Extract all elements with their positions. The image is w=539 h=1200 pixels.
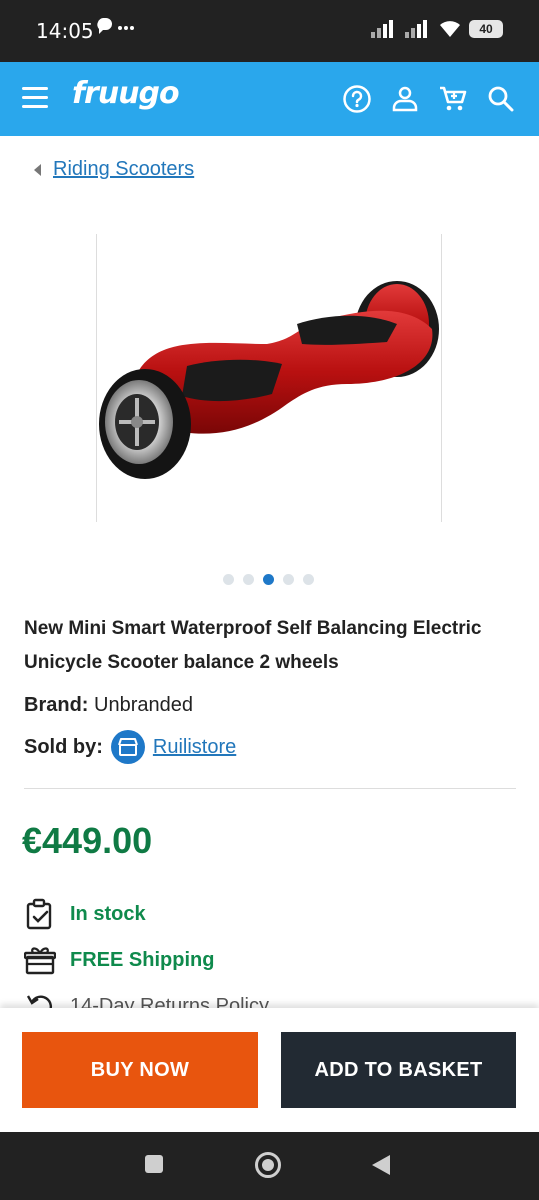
carousel-dot-active[interactable]	[263, 574, 274, 585]
hoverboard-image	[99, 281, 439, 479]
sold-by-row: Sold by: Ruilistore	[24, 730, 236, 764]
seller-link[interactable]: Ruilistore	[153, 736, 236, 759]
chevron-left-icon	[34, 163, 41, 176]
status-time: 14:05	[36, 19, 94, 43]
clipboard-check-icon	[26, 898, 52, 930]
site-header: fruugo	[0, 62, 539, 136]
product-title: New Mini Smart Waterproof Self Balancing…	[24, 618, 482, 673]
store-icon	[110, 730, 145, 764]
sold-by-label: Sold by:	[24, 735, 103, 758]
shipping-label: FREE Shipping	[70, 948, 215, 971]
breadcrumb: Riding Scooters	[34, 158, 194, 181]
search-icon[interactable]	[484, 82, 518, 116]
menu-icon[interactable]	[22, 87, 48, 109]
signal-icon-2	[405, 20, 427, 38]
status-right: 40	[371, 20, 503, 38]
account-icon[interactable]	[388, 82, 422, 116]
recents-icon[interactable]	[144, 1154, 164, 1174]
help-icon[interactable]	[340, 82, 374, 116]
product-image[interactable]	[96, 234, 442, 522]
back-icon[interactable]	[370, 1153, 392, 1177]
battery-icon: 40	[469, 20, 503, 38]
cart-icon[interactable]	[436, 82, 470, 116]
wifi-icon	[440, 21, 460, 37]
status-bar: 14:05 40	[0, 0, 539, 62]
breadcrumb-link[interactable]: Riding Scooters	[53, 158, 194, 181]
gift-box-icon	[24, 947, 56, 975]
notification-icons	[96, 17, 136, 43]
home-icon[interactable]	[254, 1151, 282, 1179]
product-price: €449.00	[22, 820, 153, 861]
add-to-basket-button[interactable]: ADD TO BASKET	[281, 1032, 516, 1108]
shipping-info: FREE Shipping	[24, 944, 214, 976]
fruugo-logo[interactable]: fruugo	[72, 76, 180, 111]
chat-icon	[97, 17, 134, 34]
brand-row: Brand: Unbranded	[24, 694, 193, 717]
carousel-dot[interactable]	[303, 574, 314, 585]
system-nav-bar	[0, 1132, 539, 1200]
carousel-dot[interactable]	[243, 574, 254, 585]
signal-icon	[371, 20, 393, 38]
buy-now-button[interactable]: BUY NOW	[22, 1032, 258, 1108]
stock-status: In stock	[24, 898, 146, 930]
divider	[24, 788, 516, 789]
action-panel: BUY NOW ADD TO BASKET	[0, 1008, 539, 1132]
carousel-dot[interactable]	[283, 574, 294, 585]
brand-label: Brand:	[24, 694, 89, 716]
carousel-dots	[223, 574, 314, 585]
stock-label: In stock	[70, 902, 146, 925]
brand-value: Unbranded	[94, 694, 193, 716]
carousel-dot[interactable]	[223, 574, 234, 585]
